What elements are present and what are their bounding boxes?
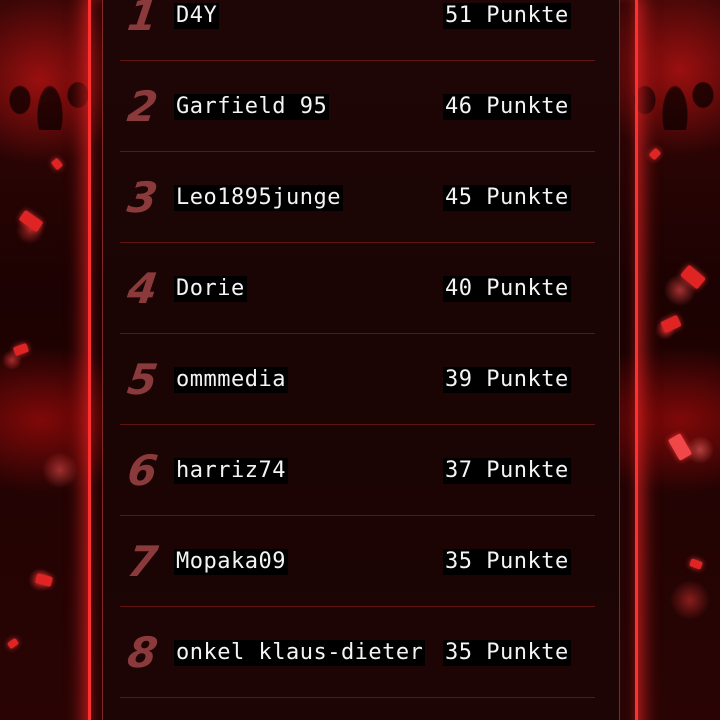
list-item: 4 Dorie 40 Punkte [120, 243, 595, 334]
player-name: Mopaka09 [174, 549, 288, 575]
confetti-piece [50, 157, 64, 171]
confetti-piece [648, 147, 662, 161]
left-crowd-silhouette [0, 0, 95, 130]
rank-number: 1 [124, 0, 161, 40]
list-item: 3 Leo1895junge 45 Punkte [120, 152, 595, 243]
right-crowd-silhouette [625, 0, 720, 130]
rank-number: 4 [124, 264, 161, 313]
player-points: 46 Punkte [443, 94, 571, 120]
list-item: 8 onkel klaus-dieter 35 Punkte [120, 607, 595, 698]
player-points: 51 Punkte [443, 3, 571, 29]
rank-number: 3 [124, 173, 161, 222]
confetti-piece [6, 637, 20, 650]
confetti-piece [34, 573, 54, 587]
confetti-piece [667, 433, 693, 461]
list-item: 5 ommmedia 39 Punkte [120, 334, 595, 425]
confetti-piece [688, 558, 704, 570]
player-name: Dorie [174, 276, 247, 302]
player-name: D4Y [174, 3, 220, 29]
player-name: Garfield 95 [174, 94, 330, 120]
rank-number: 5 [124, 355, 161, 404]
rank-number: 8 [124, 628, 161, 677]
player-points: 35 Punkte [443, 549, 571, 575]
rank-number: 2 [124, 82, 161, 131]
confetti-piece [660, 314, 682, 334]
player-name: harriz74 [174, 458, 288, 484]
rank-number: 7 [124, 537, 161, 586]
list-item: 1 D4Y 51 Punkte [120, 0, 595, 61]
player-name: Leo1895junge [174, 185, 343, 211]
player-points: 40 Punkte [443, 276, 571, 302]
confetti-piece [12, 342, 30, 357]
confetti-piece [18, 209, 44, 233]
player-name: onkel klaus-dieter [174, 640, 426, 666]
list-item: 6 harriz74 37 Punkte [120, 425, 595, 516]
player-name: ommmedia [174, 367, 288, 393]
rank-number: 6 [124, 446, 161, 495]
confetti-piece [680, 264, 706, 290]
player-points: 35 Punkte [443, 640, 571, 666]
player-points: 45 Punkte [443, 185, 571, 211]
leaderboard-list: 1 D4Y 51 Punkte 2 Garfield 95 46 Punkte … [120, 0, 595, 698]
list-item: 7 Mopaka09 35 Punkte [120, 516, 595, 607]
leaderboard-screen: 1 D4Y 51 Punkte 2 Garfield 95 46 Punkte … [0, 0, 720, 720]
player-points: 39 Punkte [443, 367, 571, 393]
player-points: 37 Punkte [443, 458, 571, 484]
list-item: 2 Garfield 95 46 Punkte [120, 61, 595, 152]
